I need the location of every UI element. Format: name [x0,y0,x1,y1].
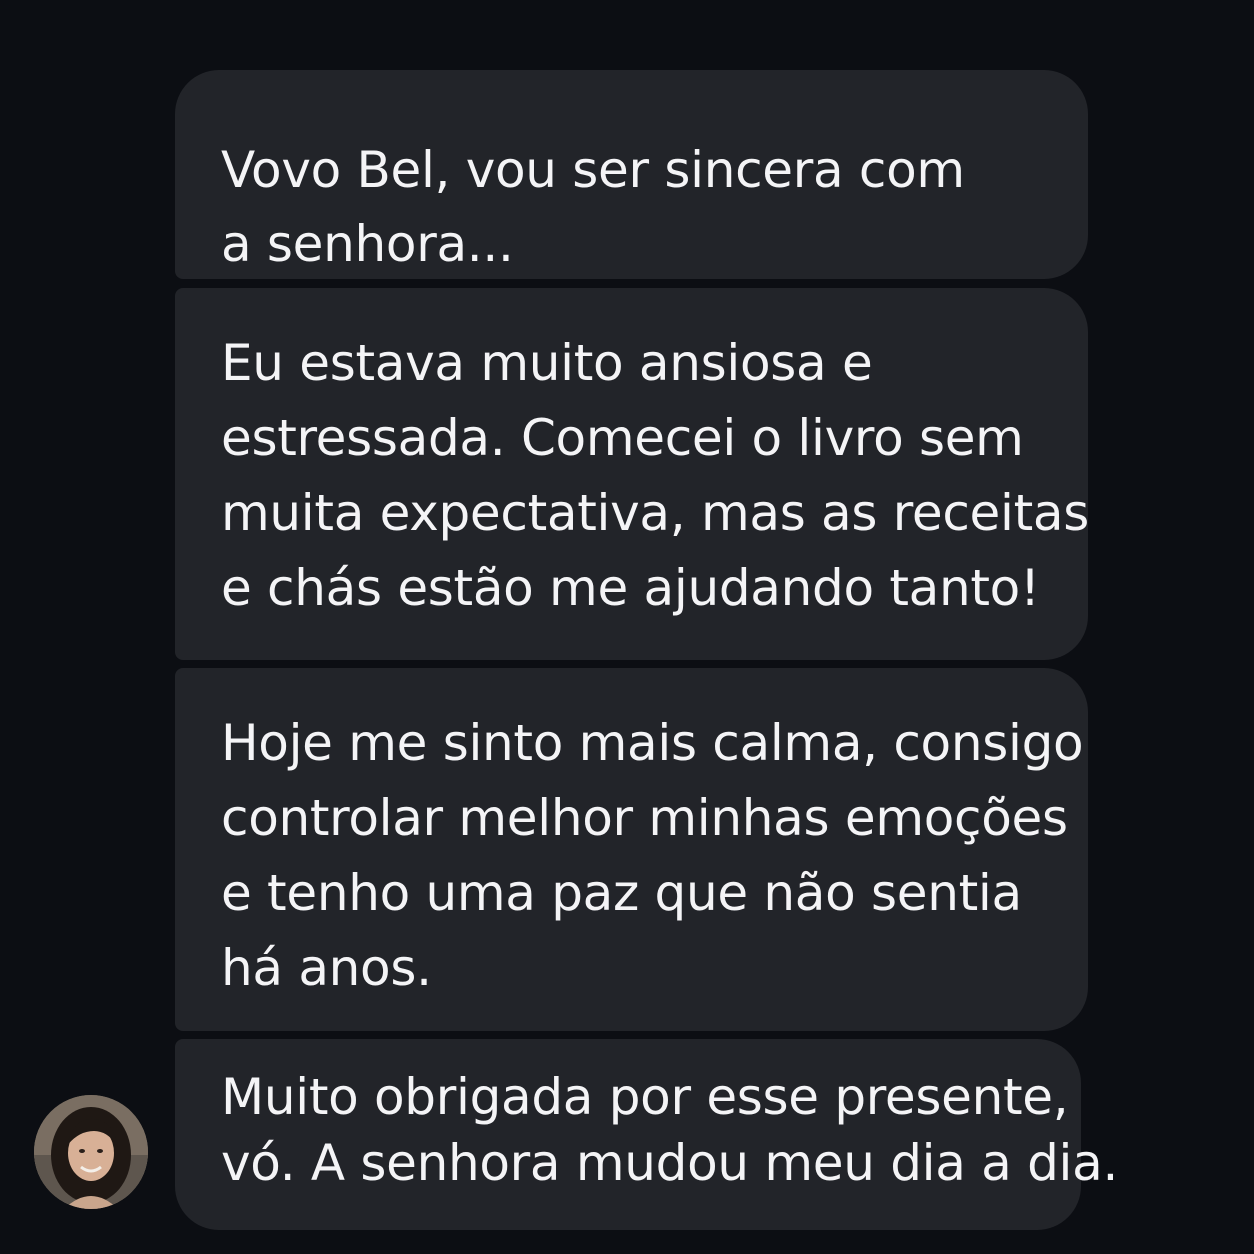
message-text: Muito obrigada por esse presente, vó. A … [221,1068,1119,1192]
avatar-photo [34,1095,148,1209]
avatar[interactable] [34,1095,148,1209]
message-text: Hoje me sinto mais calma, consigo contro… [221,714,1084,997]
message-text: Vovo Bel, vou ser sincera com a senhora.… [221,141,965,273]
message-bubble[interactable]: Eu estava muito ansiosa e estressada. Co… [175,288,1089,660]
message-bubble[interactable]: Hoje me sinto mais calma, consigo contro… [175,668,1088,1031]
message-bubble[interactable]: Muito obrigada por esse presente, vó. A … [175,1039,1118,1230]
message-text: Eu estava muito ansiosa e estressada. Co… [221,334,1089,617]
message-bubble[interactable]: Vovo Bel, vou ser sincera com a senhora.… [175,70,1088,279]
chat-thread: Vovo Bel, vou ser sincera com a senhora.… [0,0,1254,1254]
